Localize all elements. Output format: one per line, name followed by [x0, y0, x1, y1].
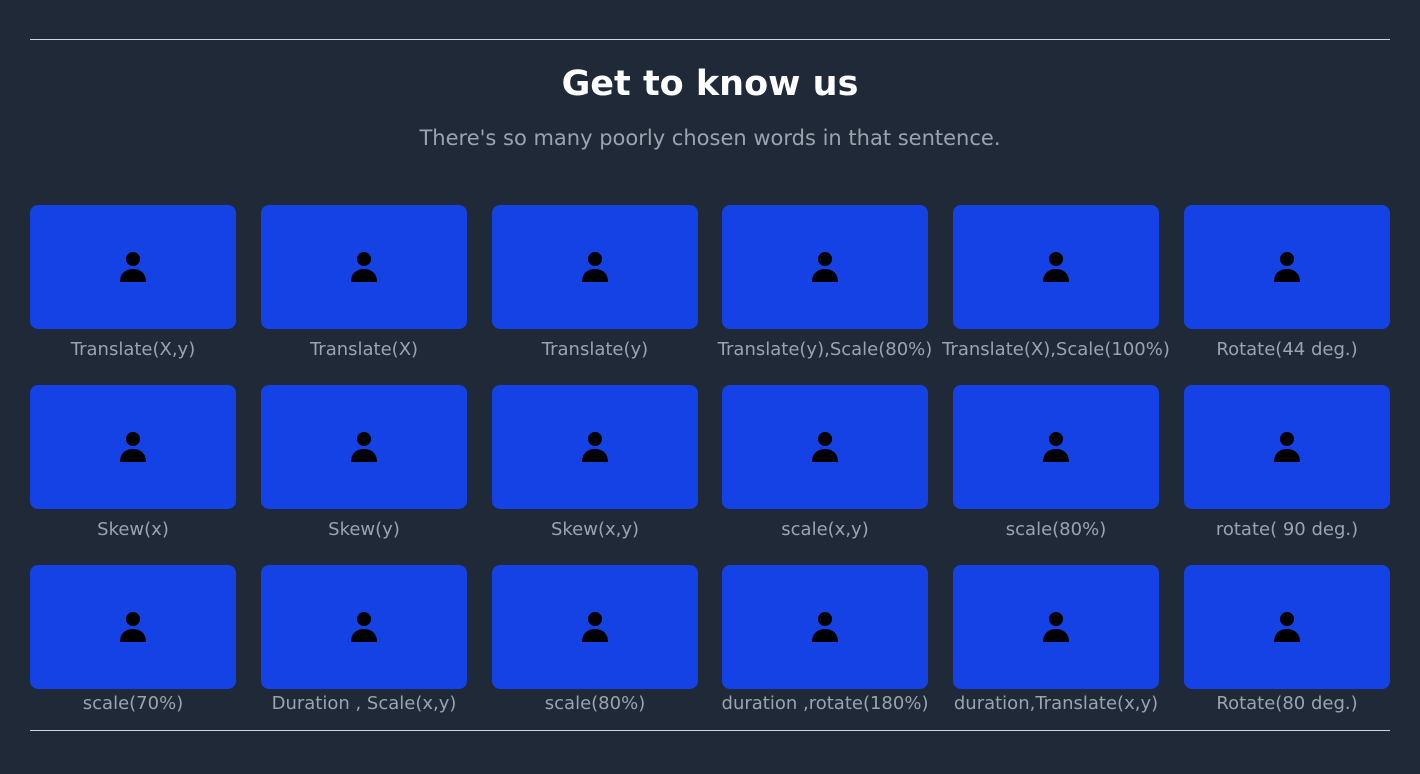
team-card[interactable]: scale(80%): [953, 385, 1159, 541]
avatar-tile[interactable]: [1184, 565, 1390, 689]
card-caption: Skew(x): [97, 519, 169, 540]
top-divider: [30, 39, 1390, 40]
card-caption: Translate(X): [309, 339, 419, 360]
avatar-tile[interactable]: [492, 205, 698, 329]
team-card[interactable]: scale(70%): [30, 565, 236, 715]
card-caption: duration,Translate(x,y): [953, 693, 1159, 714]
avatar-tile[interactable]: [492, 385, 698, 509]
avatar-tile[interactable]: [722, 385, 928, 509]
person-icon: [120, 432, 146, 462]
person-icon: [812, 252, 838, 282]
avatar-tile[interactable]: [30, 205, 236, 329]
page: Get to know us There's so many poorly ch…: [0, 0, 1420, 774]
avatar-tile[interactable]: [953, 385, 1159, 509]
person-icon: [1274, 432, 1300, 462]
team-card[interactable]: Skew(y): [261, 385, 467, 541]
team-card[interactable]: duration ,rotate(180%): [722, 565, 928, 715]
section-subtitle: There's so many poorly chosen words in t…: [419, 126, 1001, 150]
team-card[interactable]: Translate(X,y): [30, 205, 236, 361]
person-icon: [812, 612, 838, 642]
avatar-tile[interactable]: [30, 565, 236, 689]
team-card[interactable]: duration,Translate(x,y): [953, 565, 1159, 715]
person-icon: [582, 432, 608, 462]
team-card[interactable]: Translate(y),Scale(80%): [718, 205, 932, 361]
card-caption: Translate(X),Scale(100%): [942, 339, 1170, 360]
person-icon: [351, 432, 377, 462]
person-icon: [120, 252, 146, 282]
card-caption: scale(70%): [82, 693, 184, 714]
avatar-tile[interactable]: [261, 565, 467, 689]
bottom-divider: [30, 730, 1390, 731]
person-icon: [351, 612, 377, 642]
avatar-tile[interactable]: [1184, 385, 1390, 509]
section-title: Get to know us: [561, 64, 859, 104]
avatar-tile[interactable]: [953, 565, 1159, 689]
person-icon: [582, 252, 608, 282]
card-caption: scale(x,y): [781, 519, 869, 540]
team-card[interactable]: Translate(X),Scale(100%): [942, 205, 1170, 361]
person-icon: [351, 252, 377, 282]
team-row: scale(70%) Duration , Scale(x,y) scale(8…: [30, 565, 1390, 725]
card-caption: Skew(x,y): [550, 519, 640, 540]
team-card[interactable]: Rotate(44 deg.): [1184, 205, 1390, 361]
card-caption: Translate(y): [541, 339, 649, 360]
card-caption: scale(80%): [544, 693, 646, 714]
person-icon: [1043, 252, 1069, 282]
team-card[interactable]: scale(80%): [492, 565, 698, 715]
person-icon: [1274, 612, 1300, 642]
team-card[interactable]: Rotate(80 deg.): [1184, 565, 1390, 715]
card-caption: Duration , Scale(x,y): [271, 693, 457, 714]
card-caption: Translate(y),Scale(80%): [717, 339, 933, 360]
person-icon: [1043, 612, 1069, 642]
team-card[interactable]: Translate(y): [492, 205, 698, 361]
team-card[interactable]: scale(x,y): [722, 385, 928, 541]
card-caption: duration ,rotate(180%): [721, 693, 929, 714]
card-caption: scale(80%): [1005, 519, 1107, 540]
person-icon: [1043, 432, 1069, 462]
person-icon: [812, 432, 838, 462]
avatar-tile[interactable]: [953, 205, 1159, 329]
team-card[interactable]: Duration , Scale(x,y): [261, 565, 467, 715]
card-caption: rotate( 90 deg.): [1215, 519, 1359, 540]
team-card[interactable]: Skew(x): [30, 385, 236, 541]
card-caption: Rotate(44 deg.): [1216, 339, 1358, 360]
team-card[interactable]: rotate( 90 deg.): [1184, 385, 1390, 541]
team-card[interactable]: Translate(X): [261, 205, 467, 361]
avatar-tile[interactable]: [261, 385, 467, 509]
avatar-tile[interactable]: [1184, 205, 1390, 329]
avatar-tile[interactable]: [722, 565, 928, 689]
avatar-tile[interactable]: [261, 205, 467, 329]
team-row: Translate(X,y) Translate(X) Translate(y)…: [30, 205, 1390, 365]
avatar-tile[interactable]: [30, 385, 236, 509]
avatar-tile[interactable]: [722, 205, 928, 329]
avatar-tile[interactable]: [492, 565, 698, 689]
card-caption: Skew(y): [328, 519, 400, 540]
person-icon: [120, 612, 146, 642]
person-icon: [582, 612, 608, 642]
card-caption: Translate(X,y): [70, 339, 196, 360]
card-caption: Rotate(80 deg.): [1216, 693, 1358, 714]
team-card[interactable]: Skew(x,y): [492, 385, 698, 541]
team-row: Skew(x) Skew(y) Skew(x,y) scale(x,y) sca…: [30, 385, 1390, 545]
person-icon: [1274, 252, 1300, 282]
